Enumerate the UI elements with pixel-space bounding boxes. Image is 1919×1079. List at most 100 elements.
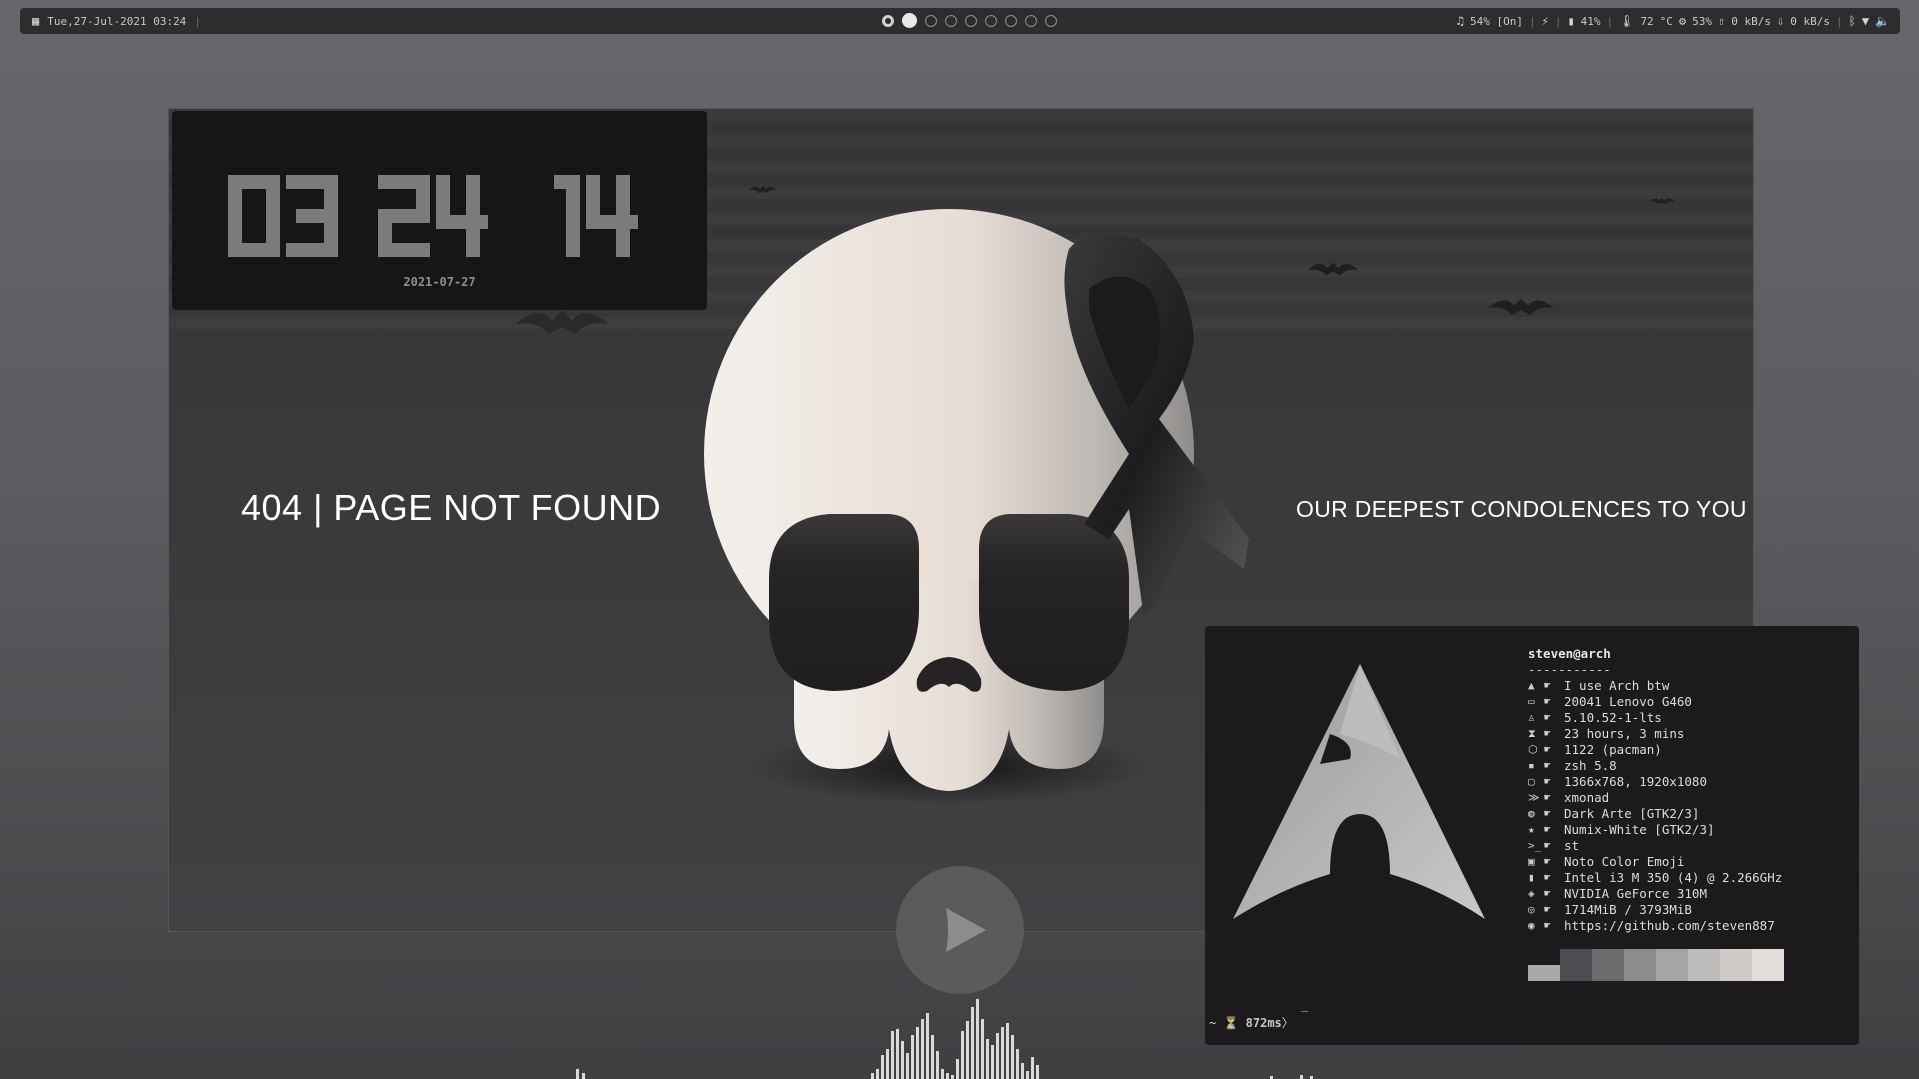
workspace-4[interactable] [945, 14, 957, 27]
github-icon: ◉ [1528, 919, 1535, 932]
pointing-hand-icon: ☛ [1544, 791, 1551, 804]
play-button[interactable] [896, 866, 1024, 994]
palette-swatch [1592, 949, 1624, 981]
neofetch-row: ▭ ☛ 20041 Lenovo G460 [1528, 694, 1782, 710]
terminal-user: steven@arch [1528, 646, 1611, 661]
bat-icon [1307, 262, 1359, 276]
neofetch-row: ▢ ☛ 1366x768, 1920x1080 [1528, 774, 1782, 790]
palette-swatch [1560, 949, 1592, 981]
workspace-9[interactable] [1045, 14, 1057, 27]
neofetch-value: Dark Arte [GTK2/3] [1564, 806, 1700, 821]
visualizer-bar [916, 1027, 919, 1079]
pointing-hand-icon: ☛ [1544, 887, 1551, 900]
arch-icon: ▲ [1528, 679, 1535, 692]
workspace-8[interactable] [1025, 14, 1037, 27]
color-palette [1528, 949, 1784, 981]
speaker-icon[interactable]: 🔈 [1875, 14, 1890, 28]
visualizer-bar [876, 1069, 879, 1079]
visualizer-bar [1021, 1063, 1024, 1079]
separator: | [1554, 14, 1562, 28]
visualizer-bar [1006, 1023, 1009, 1079]
visualizer-bar [1031, 1057, 1034, 1079]
gpu-icon: ◈ [1528, 887, 1535, 900]
laptop-icon: ▭ [1528, 695, 1535, 708]
hourglass-icon: ⧗ [1528, 727, 1536, 740]
workspace-6[interactable] [985, 14, 997, 27]
temperature-unit: °C [1659, 14, 1673, 28]
workspace-switcher[interactable] [882, 13, 1057, 28]
visualizer-bar [981, 1019, 984, 1079]
visualizer-bar [961, 1031, 964, 1079]
visualizer-bar [576, 1069, 579, 1079]
datetime-label: Tue,27-Jul-2021 03:24 [47, 14, 187, 28]
workspace-7[interactable] [1005, 14, 1017, 27]
neofetch-value: 1714MiB / 3793MiB [1564, 902, 1692, 917]
pointing-hand-icon: ☛ [1544, 855, 1551, 868]
skull-illustration [704, 209, 1249, 805]
visualizer-bar [921, 1019, 924, 1079]
clock-digits [228, 175, 638, 257]
workspace-3[interactable] [925, 14, 937, 27]
pointing-hand-icon: ☛ [1544, 807, 1551, 820]
workspace-1[interactable] [882, 14, 894, 27]
neofetch-row: ⧗ ☛ 23 hours, 3 mins [1528, 726, 1782, 742]
visualizer-bar [946, 1073, 949, 1079]
memory-icon: ◎ [1528, 903, 1535, 916]
upload-label: 0 kB/s [1731, 14, 1771, 28]
visualizer-bar [926, 1013, 929, 1079]
pointing-hand-icon: ☛ [1544, 839, 1551, 852]
terminal-icon: >_ [1528, 839, 1542, 852]
status-bar-left: ▦ Tue,27-Jul-2021 03:24 | [32, 14, 201, 28]
visualizer-bar [582, 1073, 585, 1079]
status-bar: ▦ Tue,27-Jul-2021 03:24 | ♫ 54% [On] | ⚡… [20, 8, 1900, 34]
headphones-icon[interactable]: ♫ [1457, 14, 1464, 28]
shell-icon: ▪ [1528, 759, 1535, 772]
pointing-hand-icon: ☛ [1544, 759, 1551, 772]
visualizer-bar [906, 1053, 909, 1079]
visualizer-bar [901, 1041, 904, 1079]
palette-swatch [1688, 949, 1720, 981]
pointing-hand-icon: ☛ [1544, 711, 1551, 724]
play-icon [946, 908, 986, 952]
neofetch-row: ♙ ☛ 5.10.52-1-lts [1528, 710, 1782, 726]
separator: | [1528, 14, 1536, 28]
clock-date: 2021-07-27 [403, 275, 476, 289]
volume-label[interactable]: 54% [On] [1470, 15, 1523, 28]
neofetch-value: st [1564, 838, 1580, 853]
visualizer-bar [1011, 1035, 1014, 1079]
separator: | [1606, 14, 1614, 28]
cpu-label: 53% [1692, 14, 1713, 28]
workspace-2[interactable] [902, 13, 917, 28]
pointing-hand-icon: ☛ [1544, 695, 1551, 708]
pointing-hand-icon: ☛ [1544, 679, 1551, 692]
pointing-hand-icon: ☛ [1544, 919, 1551, 932]
visualizer-bar [1001, 1027, 1004, 1079]
palette-swatch [1528, 965, 1560, 981]
visualizer-bar [996, 1033, 999, 1079]
wifi-icon[interactable]: ▼ [1862, 14, 1869, 28]
audio-visualizer [576, 999, 1313, 1079]
clock-hours-digit [228, 175, 280, 257]
visualizer-bar [1300, 1075, 1303, 1079]
separator: | [1835, 14, 1843, 28]
thermometer-icon: 🌡 [1619, 14, 1635, 28]
download-label: 0 kB/s [1790, 14, 1830, 28]
neofetch-info: steven@arch ----------- ▲ ☛ I use Arch btw… [1528, 646, 1782, 934]
neofetch-row: >_ ☛ st [1528, 838, 1782, 854]
temperature-value: 72 [1640, 14, 1654, 28]
bluetooth-icon[interactable]: ᛒ [1849, 14, 1856, 28]
palette-swatch [1752, 949, 1784, 981]
neofetch-value: NVIDIA GeForce 310M [1564, 886, 1707, 901]
palette-swatch [1656, 949, 1688, 981]
bat-icon [1488, 298, 1554, 315]
visualizer-bar [1036, 1065, 1039, 1079]
neofetch-row: ★ ☛ Numix-White [GTK2/3] [1528, 822, 1782, 838]
workspace-5[interactable] [965, 14, 977, 27]
visualizer-bar [931, 1035, 934, 1079]
neofetch-row: ▪ ☛ zsh 5.8 [1528, 758, 1782, 774]
upload-icon: ⇧ [1718, 14, 1726, 28]
visualizer-bar [976, 999, 979, 1079]
clock-minutes-digit [378, 175, 430, 257]
neofetch-row: ▲ ☛ I use Arch btw [1528, 678, 1782, 694]
neofetch-value: Noto Color Emoji [1564, 854, 1685, 869]
